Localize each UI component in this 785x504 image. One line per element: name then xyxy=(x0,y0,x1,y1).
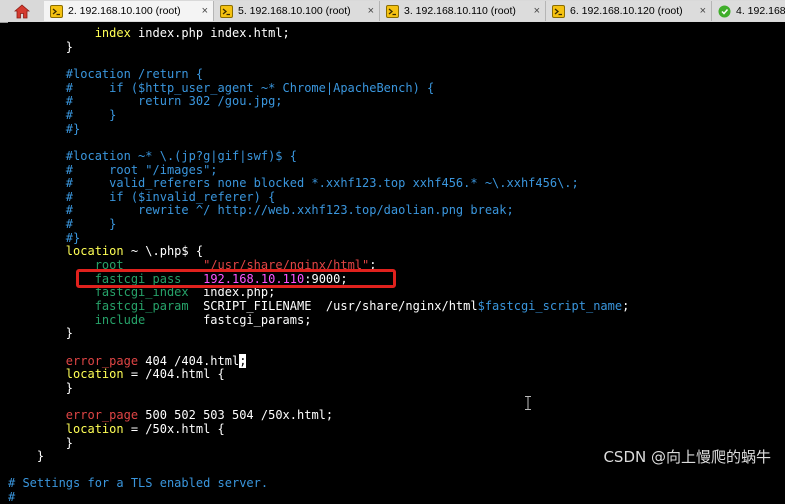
tab-close-icon[interactable]: × xyxy=(368,5,374,17)
terminal-session-icon xyxy=(552,4,565,18)
code-token: # if ($http_user_agent ~* Chrome|ApacheB… xyxy=(8,80,435,95)
code-token: #} xyxy=(8,230,81,245)
session-tab[interactable]: 6. 192.168.10.120 (root) × xyxy=(546,1,712,21)
code-token: fastcgi_params; xyxy=(145,312,312,327)
code-token: } xyxy=(8,326,74,341)
tab-label: 6. 192.168.10.120 (root) xyxy=(570,5,683,17)
home-icon xyxy=(14,3,30,18)
session-tab[interactable]: 4. 192.168.0 xyxy=(712,1,785,21)
tab-label: 3. 192.168.10.110 (root) xyxy=(404,5,516,17)
tab-close-icon[interactable]: × xyxy=(202,5,208,17)
tab-close-icon[interactable]: × xyxy=(700,5,706,17)
code-token: 500 502 503 504 /50x.html; xyxy=(138,408,334,423)
terminal-line: # if ($http_user_agent ~* Chrome|ApacheB… xyxy=(8,81,434,95)
terminal-line: } xyxy=(8,436,73,450)
code-token: location xyxy=(65,421,124,436)
terminal-line: # Settings for a TLS enabled server. xyxy=(8,476,268,490)
tab-label: 4. 192.168.0 xyxy=(736,5,785,17)
terminal-line: fastcgi_param SCRIPT_FILENAME /usr/share… xyxy=(8,299,630,313)
code-token: #location ~* \.(jp?g|gif|swf)$ { xyxy=(8,148,297,163)
code-token: error_page xyxy=(65,408,139,423)
code-token: SCRIPT_FILENAME /usr/share/nginx/html xyxy=(188,299,478,313)
code-token: include xyxy=(94,312,146,327)
code-token: #location /return { xyxy=(8,66,204,81)
home-button[interactable] xyxy=(0,0,44,22)
tab-close-icon[interactable]: × xyxy=(534,5,540,17)
terminal-line: } xyxy=(8,326,73,340)
code-token: error_page xyxy=(65,353,139,368)
code-token: = /50x.html { xyxy=(123,421,225,436)
terminal-line: error_page 404 /404.html; xyxy=(8,353,247,368)
terminal-line: # valid_referers none blocked *.xxhf123.… xyxy=(8,176,579,190)
terminal-line: #location ~* \.(jp?g|gif|swf)$ { xyxy=(8,149,297,163)
code-token: # rewrite ^/ http://web.xxhf123.top/daol… xyxy=(8,203,514,218)
vim-cursor: ; xyxy=(239,353,247,368)
code-token: ~ \.php$ { xyxy=(123,244,204,259)
code-token: # xyxy=(8,490,16,504)
tab-label: 5. 192.168.10.100 (root) xyxy=(238,5,351,17)
terminal-line: # rewrite ^/ http://web.xxhf123.top/daol… xyxy=(8,203,514,217)
code-token: # root "/images"; xyxy=(8,162,218,177)
code-token: # Settings for a TLS enabled server. xyxy=(8,476,269,491)
terminal-line: # } xyxy=(8,107,117,122)
code-token: location xyxy=(65,367,124,382)
highlight-box xyxy=(76,269,396,288)
terminal-line: # xyxy=(8,490,15,504)
terminal-line: # return 302 /gou.jpg; xyxy=(8,94,283,108)
terminal-session-icon xyxy=(386,4,399,18)
session-tab[interactable]: 2. 192.168.10.100 (root) × xyxy=(44,1,214,21)
code-token: # valid_referers none blocked *.xxhf123.… xyxy=(8,176,579,191)
session-tab-bar: 2. 192.168.10.100 (root) × 5. 192.168.10.1… xyxy=(0,0,785,23)
terminal-line: include fastcgi_params; xyxy=(8,312,312,327)
terminal-line: #} xyxy=(8,122,80,136)
terminal-line: index index.php index.html; xyxy=(8,26,290,40)
code-token: #} xyxy=(8,121,81,136)
code-token: fastcgi_param xyxy=(94,299,189,313)
terminal-line: location ~ \.php$ { xyxy=(8,244,203,258)
terminal-session-icon xyxy=(50,4,63,18)
session-tab[interactable]: 5. 192.168.10.100 (root) × xyxy=(214,1,380,21)
code-token: # } xyxy=(8,107,117,122)
code-token: index xyxy=(94,26,131,40)
terminal-line: } xyxy=(8,40,73,54)
terminal-line: location = /404.html { xyxy=(8,367,225,381)
code-token: index.php index.html; xyxy=(130,26,290,40)
terminal-line: error_page 500 502 503 504 /50x.html; xyxy=(8,408,333,422)
code-token: = /404.html { xyxy=(123,367,225,382)
code-token: # return 302 /gou.jpg; xyxy=(8,94,283,109)
green-session-icon xyxy=(718,5,731,18)
terminal-session-icon xyxy=(220,4,233,18)
terminal-line: location = /50x.html { xyxy=(8,422,225,436)
code-token: $fastcgi_script_name xyxy=(477,299,623,313)
code-token: # if ($invalid_referer) { xyxy=(8,189,276,204)
code-token: } xyxy=(8,380,74,395)
terminal-line: # if ($invalid_referer) { xyxy=(8,189,276,204)
session-tab[interactable]: 3. 192.168.10.110 (root) × xyxy=(380,1,546,21)
terminal-area[interactable]: index index.php index.html; } #location … xyxy=(8,22,785,504)
code-token: ; xyxy=(622,299,630,313)
terminal-line: # } xyxy=(8,217,117,232)
code-token: } xyxy=(8,449,45,464)
code-token: location xyxy=(65,244,124,259)
terminal-line: } xyxy=(8,381,73,395)
terminal-line: #} xyxy=(8,231,80,245)
code-token: 404 /404.html xyxy=(138,353,240,368)
code-token: } xyxy=(8,435,74,450)
terminal-line: #location /return { xyxy=(8,67,203,81)
tab-label: 2. 192.168.10.100 (root) xyxy=(68,5,181,17)
terminal-line: } xyxy=(8,449,44,463)
csdn-watermark: CSDN @向上慢爬的蜗牛 xyxy=(603,448,771,466)
code-token: } xyxy=(8,39,74,54)
code-token: # } xyxy=(8,217,117,232)
terminal-line: # root "/images"; xyxy=(8,163,218,177)
text-cursor-icon xyxy=(525,396,531,410)
